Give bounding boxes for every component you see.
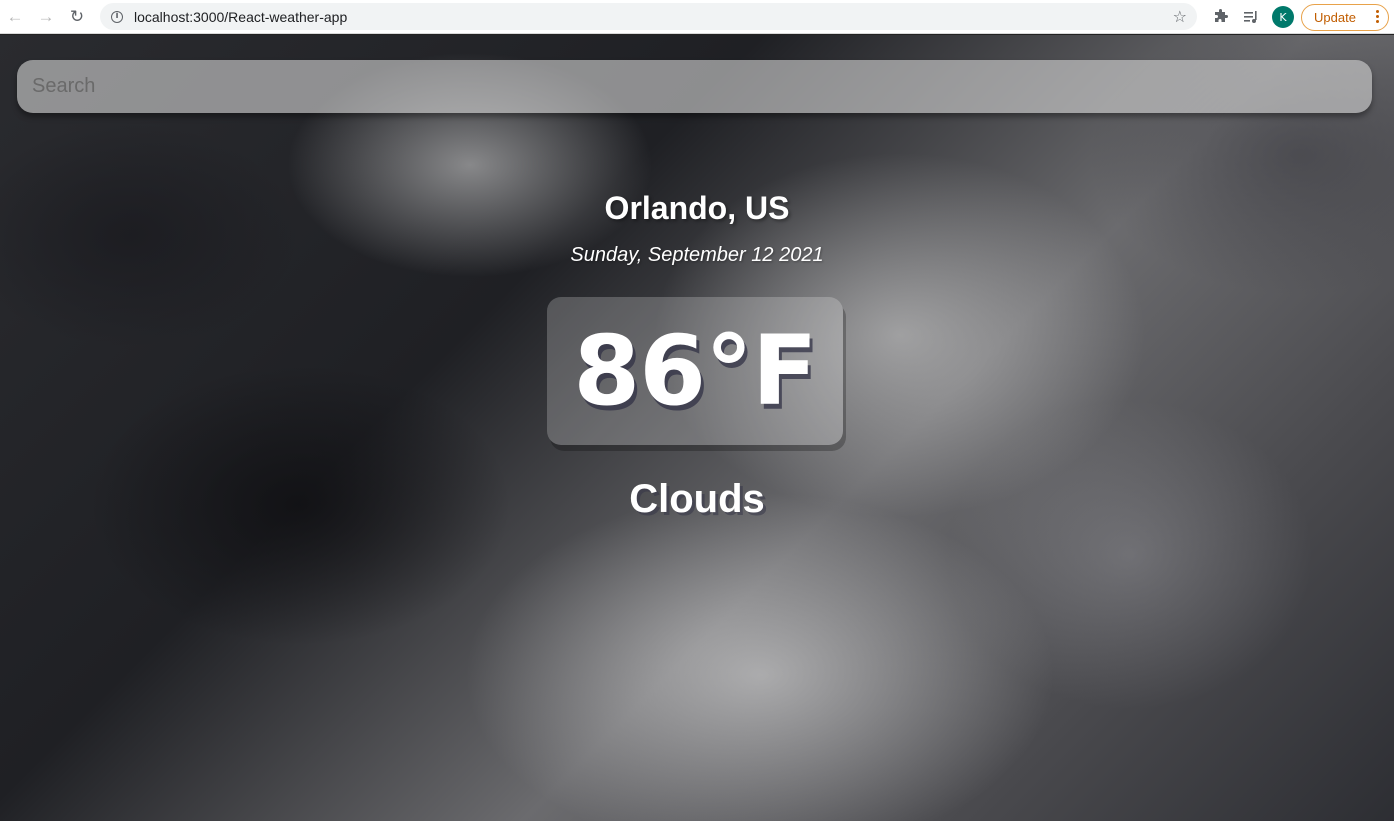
update-button-label: Update	[1314, 9, 1356, 25]
reload-icon[interactable]: ↻	[65, 5, 89, 29]
update-button[interactable]: Update	[1301, 3, 1389, 31]
more-menu-icon[interactable]	[1376, 9, 1379, 24]
weather-app: Orlando, US Sunday, September 12 2021 86…	[0, 35, 1394, 821]
site-info-icon[interactable]: i	[111, 10, 123, 23]
extensions-puzzle-icon[interactable]	[1212, 8, 1230, 26]
search-input[interactable]	[17, 60, 1372, 113]
weather-condition: Clouds	[629, 477, 765, 521]
bookmark-star-icon[interactable]: ☆	[1173, 7, 1187, 27]
forward-arrow-icon[interactable]: →	[34, 5, 58, 29]
address-bar[interactable]: i localhost:3000/React-weather-app ☆	[100, 3, 1197, 30]
media-queue-icon[interactable]	[1242, 8, 1260, 26]
date-text: Sunday, September 12 2021	[570, 244, 824, 266]
back-arrow-icon[interactable]: ←	[3, 5, 27, 29]
temperature-box: 86°F	[547, 297, 843, 445]
toolbar-actions: K Update	[1212, 0, 1394, 34]
location-title: Orlando, US	[604, 190, 790, 226]
url-text[interactable]: localhost:3000/React-weather-app	[134, 9, 347, 25]
profile-avatar[interactable]: K	[1272, 6, 1294, 28]
temperature-value: 86°F	[573, 315, 817, 427]
browser-toolbar: ← → ↻ i localhost:3000/React-weather-app…	[0, 0, 1394, 34]
